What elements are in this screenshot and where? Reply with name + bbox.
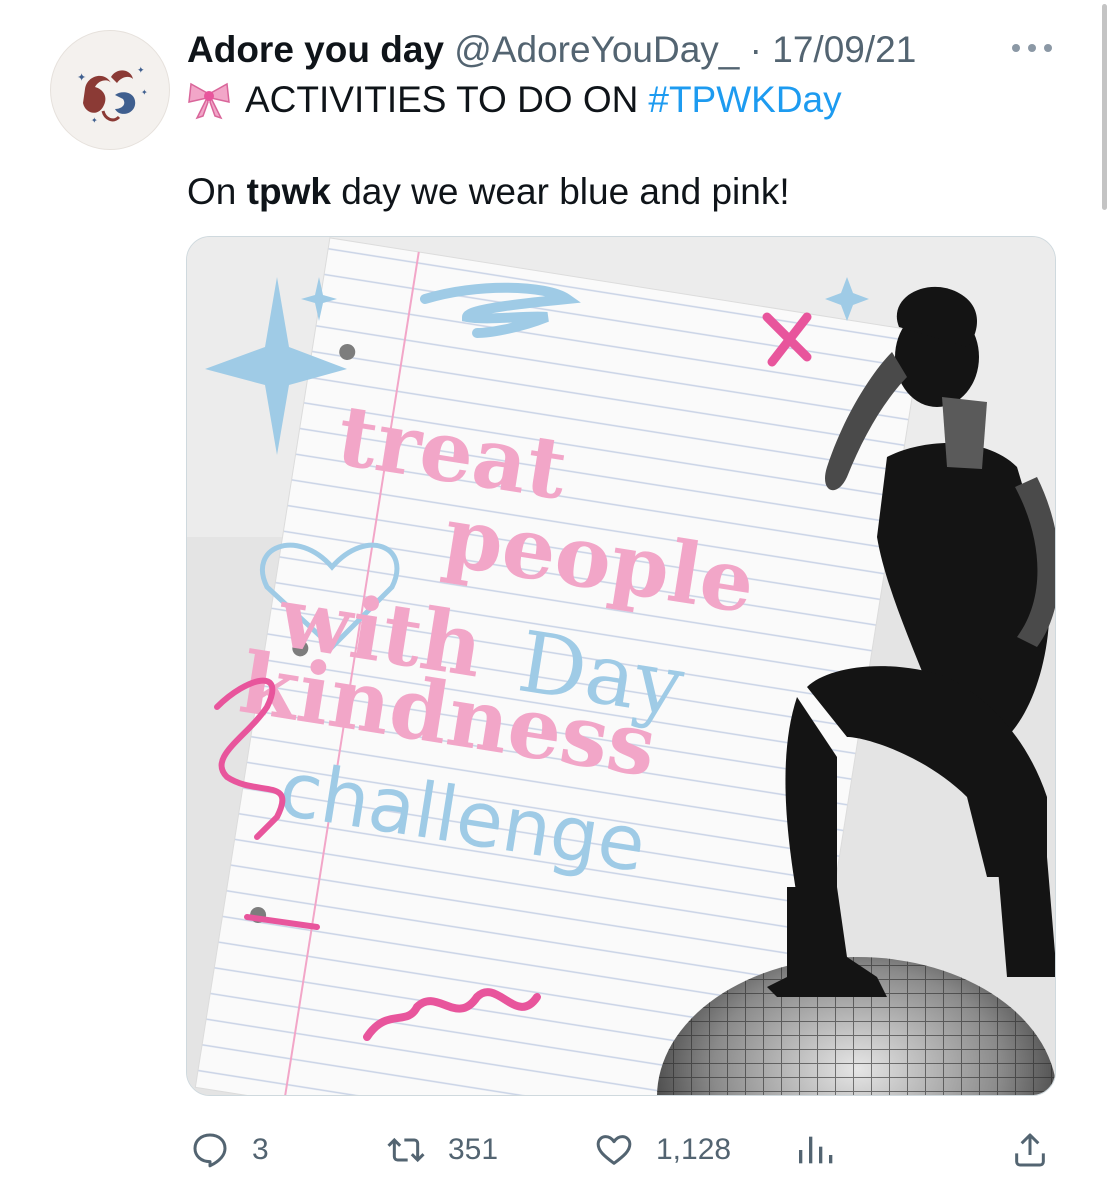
hashtag-link[interactable]: #TPWKDay <box>648 78 841 122</box>
analytics-icon <box>799 1136 833 1164</box>
separator-dot: · <box>749 29 762 70</box>
media-graphic: treat people with Day kindness challenge <box>187 237 1055 1095</box>
action-bar: 3 351 1,128 <box>0 1120 1108 1180</box>
tweet-text-pre: On <box>187 171 237 212</box>
share-button[interactable] <box>1010 1126 1050 1174</box>
svg-text:✦: ✦ <box>77 71 86 84</box>
svg-text:✦: ✦ <box>137 66 145 76</box>
tweet-text-line: ACTIVITIES TO DO ON #TPWKDay <box>187 78 842 122</box>
like-icon <box>596 1135 632 1165</box>
svg-text:✦: ✦ <box>141 88 148 97</box>
retweet-button[interactable]: 351 <box>386 1126 498 1174</box>
like-count: 1,128 <box>656 1133 732 1166</box>
tweet-text-bold: tpwk <box>246 171 331 212</box>
bow-icon <box>188 82 230 120</box>
avatar[interactable]: ✦ ✦ ✦ ✦ <box>50 30 170 150</box>
user-handle[interactable]: @AdoreYouDay_ <box>454 29 739 70</box>
scrollbar-thumb[interactable] <box>1102 4 1107 210</box>
retweet-icon <box>387 1137 425 1163</box>
svg-text:✦: ✦ <box>91 116 98 125</box>
display-name[interactable]: Adore you day <box>187 29 444 70</box>
more-options-button[interactable] <box>1010 38 1054 58</box>
share-icon <box>1015 1133 1045 1167</box>
more-icon <box>1012 44 1020 52</box>
like-button[interactable]: 1,128 <box>594 1126 731 1174</box>
reply-icon <box>193 1133 227 1168</box>
tweet-text-line-2: On tpwk day we wear blue and pink! <box>187 170 790 214</box>
tweet-text: ACTIVITIES TO DO ON <box>245 79 639 120</box>
avatar-image: ✦ ✦ ✦ ✦ <box>77 66 148 125</box>
retweet-count: 351 <box>448 1133 499 1166</box>
analytics-button[interactable] <box>794 1126 834 1174</box>
tweet-media-image[interactable]: treat people with Day kindness challenge <box>186 236 1056 1096</box>
reply-button[interactable]: 3 <box>190 1126 269 1174</box>
tweet[interactable]: ✦ ✦ ✦ ✦ Adore you day @AdoreYouDay_ · 17… <box>0 0 1108 1200</box>
reply-count: 3 <box>252 1133 269 1166</box>
tweet-header: Adore you day @AdoreYouDay_ · 17/09/21 <box>187 28 916 72</box>
tweet-date[interactable]: 17/09/21 <box>772 29 916 70</box>
tweet-text-post: day we wear blue and pink! <box>341 171 790 212</box>
scrollbar[interactable] <box>1100 0 1108 220</box>
